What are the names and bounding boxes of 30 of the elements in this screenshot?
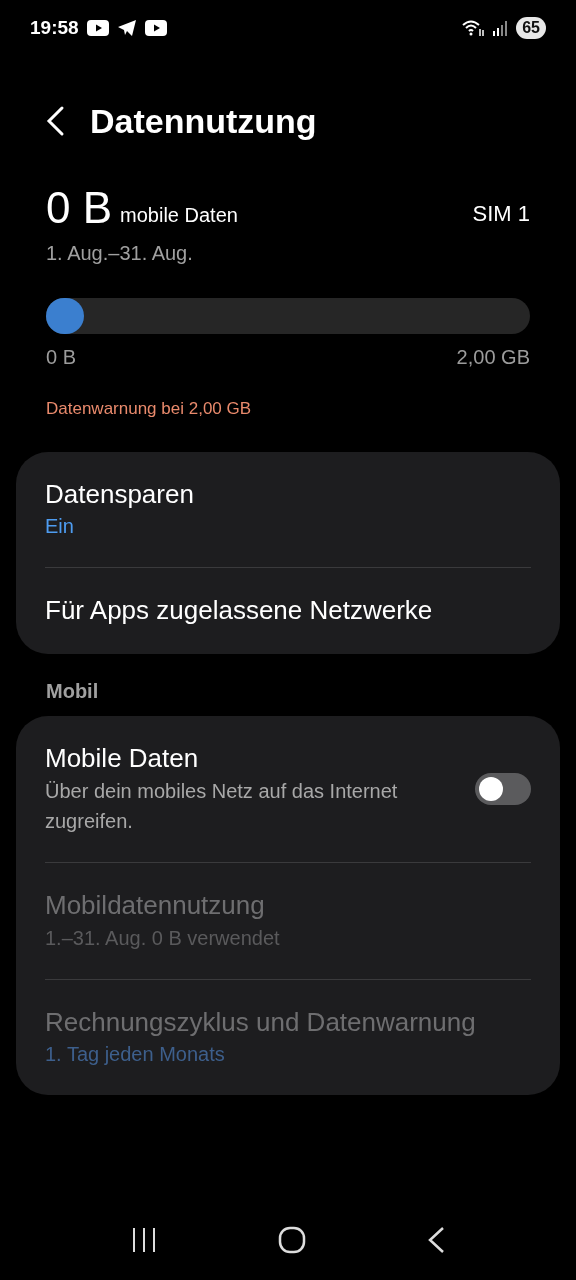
scale-min: 0 B	[46, 345, 77, 370]
usage-label: mobile Daten	[120, 203, 238, 228]
setting-title: Mobildatennutzung	[45, 888, 266, 922]
setting-summary: Über dein mobiles Netz auf das Internet zugreifen.	[45, 778, 399, 834]
recent-apps-icon[interactable]	[130, 1227, 157, 1253]
sim-label: SIM 1	[472, 200, 530, 228]
scale-max: 2,00 GB	[456, 345, 530, 370]
section-heading: Mobil	[45, 679, 100, 705]
setting-title[interactable]: Mobile Daten	[45, 742, 415, 776]
video-app-icon	[86, 20, 109, 36]
wifi-icon	[462, 19, 485, 37]
signal-icon	[492, 20, 509, 36]
setting-title[interactable]: Für Apps zugelassene Netzwerke	[45, 594, 433, 629]
setting-summary: Ein	[45, 514, 75, 540]
period-text: 1. Aug.–31. Aug.	[46, 241, 194, 266]
battery-indicator: 65	[516, 17, 546, 39]
video-app-icon	[144, 20, 167, 36]
paper-plane-icon	[116, 19, 137, 37]
toggle-switch[interactable]	[475, 773, 531, 805]
setting-summary: 1. Tag jeden Monats	[45, 1042, 226, 1068]
setting-summary: 1.–31. Aug. 0 B verwendet	[45, 925, 280, 951]
page-title: Datennutzung	[90, 100, 317, 142]
clock-text: 19:58	[30, 15, 79, 40]
warning-text: Datenwarnung bei 2,00 GB	[46, 398, 253, 420]
home-icon[interactable]	[278, 1226, 306, 1254]
setting-title[interactable]: Datensparen	[45, 477, 194, 512]
back-icon[interactable]	[427, 1226, 446, 1254]
setting-title: Rechnungszyklus und Datenwarnung	[45, 1005, 476, 1039]
usage-amount: 0 B	[46, 186, 113, 230]
back-icon[interactable]	[44, 105, 66, 137]
